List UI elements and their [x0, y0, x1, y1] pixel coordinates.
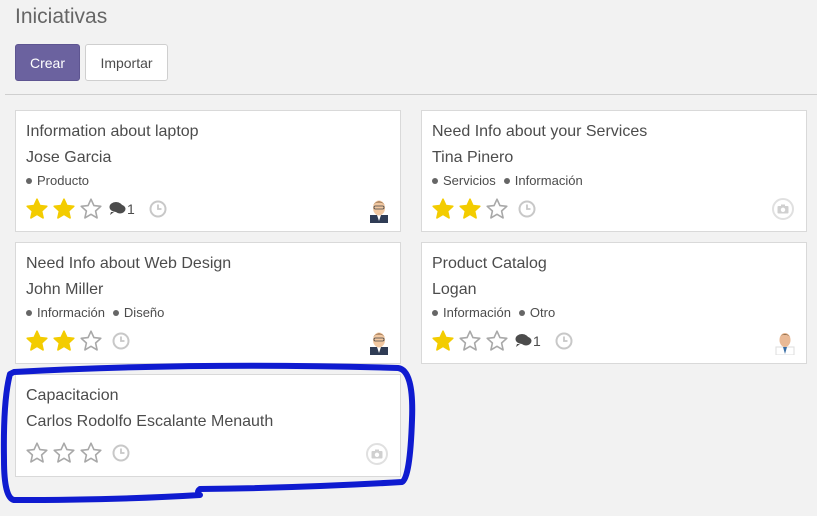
card-tags: Producto — [26, 173, 89, 188]
card-contact: Jose Garcia — [26, 149, 112, 166]
card-bottom — [25, 329, 130, 353]
star-icon[interactable] — [485, 329, 509, 353]
star-icon[interactable] — [431, 197, 455, 221]
comments-icon — [109, 201, 127, 218]
card-bottom: 1 — [431, 329, 573, 353]
clock-icon[interactable] — [149, 200, 167, 218]
card-title: Information about laptop — [26, 123, 199, 140]
tag: Otro — [518, 305, 555, 320]
card-title: Product Catalog — [432, 255, 547, 272]
kanban-card[interactable]: Need Info about your Services Tina Piner… — [421, 110, 807, 232]
page-title: Iniciativas — [15, 5, 108, 28]
clock-icon[interactable] — [555, 332, 573, 350]
star-icon[interactable] — [79, 197, 103, 221]
star-icon[interactable] — [431, 329, 455, 353]
messages-count[interactable]: 1 — [109, 201, 135, 218]
kanban-card[interactable]: Product Catalog Logan Información Otro 1 — [421, 242, 807, 364]
card-title: Capacitacion — [26, 387, 119, 404]
card-tags: Servicios Información — [432, 173, 583, 188]
star-icon[interactable] — [25, 441, 49, 465]
messages-count[interactable]: 1 — [515, 333, 541, 350]
card-tags: Información Diseño — [26, 305, 164, 320]
star-icon[interactable] — [458, 197, 482, 221]
star-icon[interactable] — [52, 441, 76, 465]
divider — [5, 94, 817, 95]
clock-icon[interactable] — [112, 444, 130, 462]
star-icon[interactable] — [25, 197, 49, 221]
card-contact: Carlos Rodolfo Escalante Menauth — [26, 413, 274, 430]
clock-icon[interactable] — [518, 200, 536, 218]
card-contact: John Miller — [26, 281, 104, 298]
card-title: Need Info about Web Design — [26, 255, 232, 272]
tag: Información — [503, 173, 583, 188]
comments-icon — [515, 333, 533, 350]
card-contact: Tina Pinero — [432, 149, 514, 166]
import-button[interactable]: Importar — [85, 44, 168, 81]
star-icon[interactable] — [52, 329, 76, 353]
create-button[interactable]: Crear — [15, 44, 80, 81]
star-icon[interactable] — [485, 197, 509, 221]
star-icon[interactable] — [458, 329, 482, 353]
card-contact: Logan — [432, 281, 477, 298]
tag: Diseño — [112, 305, 164, 320]
card-tags: Información Otro — [432, 305, 555, 320]
clock-icon[interactable] — [112, 332, 130, 350]
kanban-card[interactable]: Information about laptop Jose Garcia Pro… — [15, 110, 401, 232]
tag: Información — [432, 305, 511, 320]
avatar — [368, 329, 390, 355]
kanban-card[interactable]: Capacitacion Carlos Rodolfo Escalante Me… — [15, 374, 401, 477]
avatar — [368, 197, 390, 223]
star-icon[interactable] — [79, 441, 103, 465]
tag: Producto — [26, 173, 89, 188]
star-icon[interactable] — [25, 329, 49, 353]
avatar — [774, 329, 796, 356]
card-title: Need Info about your Services — [432, 123, 648, 140]
tag: Información — [26, 305, 105, 320]
card-bottom: 1 — [25, 197, 167, 221]
camera-icon — [772, 198, 794, 220]
tag: Servicios — [432, 173, 496, 188]
star-icon[interactable] — [79, 329, 103, 353]
star-icon[interactable] — [52, 197, 76, 221]
card-bottom — [431, 197, 536, 221]
kanban-card[interactable]: Need Info about Web Design John Miller I… — [15, 242, 401, 364]
card-bottom — [25, 441, 130, 465]
camera-icon — [366, 443, 388, 465]
